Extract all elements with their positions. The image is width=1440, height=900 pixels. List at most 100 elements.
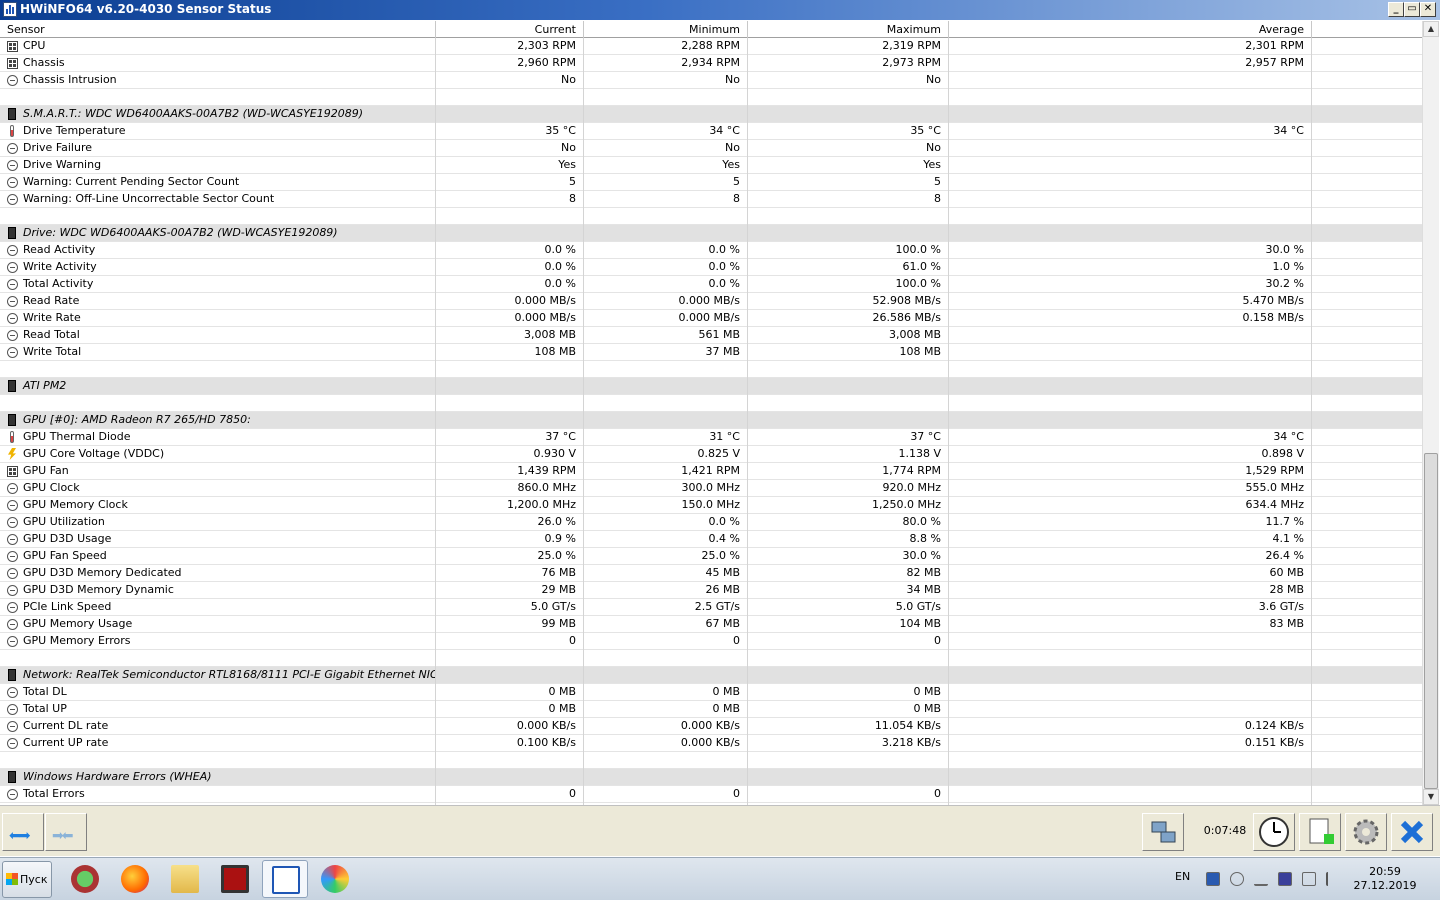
sensor-row[interactable]: Chassis Intrusion No No No [0,72,1422,89]
monitor-tray-icon[interactable] [1278,872,1292,886]
log-report-button[interactable] [1299,813,1341,851]
sensor-row[interactable]: Read Rate 0.000 MB/s 0.000 MB/s 52.908 MB/s… [0,293,1422,310]
scroll-up-icon[interactable]: ▲ [1423,21,1439,37]
close-window-button[interactable] [1391,813,1433,851]
header-current[interactable]: Current [436,21,584,38]
vertical-scrollbar[interactable]: ▲ ▼ [1422,21,1439,805]
group-row[interactable]: GPU [#0]: AMD Radeon R7 265/HD 7850: [0,412,1422,429]
sensor-row[interactable]: Drive Temperature 35 °C 34 °C 35 °C 34 °C [0,123,1422,140]
maximum-value: 30.0 % [902,549,941,562]
sensor-row[interactable]: Write Rate 0.000 MB/s 0.000 MB/s 26.586 MB/… [0,310,1422,327]
app-green[interactable] [62,860,108,898]
header-sensor[interactable]: Sensor [0,21,436,38]
sensor-row[interactable]: GPU D3D Usage 0.9 % 0.4 % 8.8 % 4.1 % [0,531,1422,548]
start-button[interactable]: Пуск [2,861,52,898]
sensor-row[interactable]: Write Total 108 MB 37 MB 108 MB [0,344,1422,361]
sensor-row[interactable]: Total DL 0 MB 0 MB 0 MB [0,684,1422,701]
maximum-value: 920.0 MHz [882,481,941,494]
sensor-row[interactable]: Warning: Current Pending Sector Count 5 5 5 [0,174,1422,191]
minimum-value: 561 MB [698,328,740,341]
average-value: 30.2 % [1265,277,1304,290]
group-row[interactable]: Windows Hardware Errors (WHEA) [0,769,1422,786]
group-row[interactable]: Drive: WDC WD6400AAKS-00A7B2 (WD-WCASYE1… [0,225,1422,242]
minimize-icon[interactable]: _ [1388,2,1404,17]
header-maximum[interactable]: Maximum [748,21,949,38]
app-hwmon[interactable] [212,860,258,898]
minimum-value: 0 [733,787,740,800]
maximum-value: 8 [934,192,941,205]
sensor-row[interactable]: Read Activity 0.0 % 0.0 % 100.0 % 30.0 % [0,242,1422,259]
maximum-value: 0 MB [913,702,941,715]
sensor-label: Total Errors [23,787,85,800]
maximum-value: 0 [934,787,941,800]
display-tray-icon[interactable] [1302,872,1316,886]
sensor-row[interactable]: GPU Utilization 26.0 % 0.0 % 80.0 % 11.7 % [0,514,1422,531]
scroll-thumb[interactable] [1424,453,1438,789]
sensor-row[interactable]: GPU Clock 860.0 MHz 300.0 MHz 920.0 MHz 555.… [0,480,1422,497]
sensor-row[interactable]: Total UP 0 MB 0 MB 0 MB [0,701,1422,718]
sensor-row[interactable]: GPU Memory Usage 99 MB 67 MB 104 MB 83 MB [0,616,1422,633]
app-paint[interactable] [312,860,358,898]
group-row[interactable]: ATI PM2 [0,378,1422,395]
sensor-row[interactable]: Total Activity 0.0 % 0.0 % 100.0 % 30.2 % [0,276,1422,293]
network-button[interactable] [1142,813,1184,851]
minimum-value: 0.825 V [697,447,740,460]
app-firefox[interactable] [112,860,158,898]
sensor-row[interactable]: Write Activity 0.0 % 0.0 % 61.0 % 1.0 % [0,259,1422,276]
average-value [949,633,1311,650]
clock-button[interactable] [1253,813,1295,851]
sensor-row[interactable]: GPU Fan 1,439 RPM 1,421 RPM 1,774 RPM 1,529 … [0,463,1422,480]
sensor-row[interactable]: Read Total 3,008 MB 561 MB 3,008 MB [0,327,1422,344]
minimum-value: No [725,73,740,86]
restore-icon[interactable]: ▭ [1404,2,1420,17]
group-row[interactable]: S.M.A.R.T.: WDC WD6400AAKS-00A7B2 (WD-WC… [0,106,1422,123]
network-tray-icon[interactable] [1254,872,1268,886]
sensor-label: Windows Hardware Errors (WHEA) [23,770,212,783]
sensor-row[interactable]: Chassis 2,960 RPM 2,934 RPM 2,973 RPM 2,957 … [0,55,1422,72]
header-average[interactable]: Average [949,21,1312,38]
scroll-down-icon[interactable]: ▼ [1423,789,1439,805]
sensor-row[interactable]: Drive Warning Yes Yes Yes [0,157,1422,174]
maximum-value: Yes [923,158,941,171]
sensor-row[interactable]: GPU Memory Errors 0 0 0 [0,633,1422,650]
sensor-row[interactable]: GPU Memory Clock 1,200.0 MHz 150.0 MHz 1,25… [0,497,1422,514]
sensor-label: Total UP [23,702,67,715]
sensor-row[interactable]: CPU 2,303 RPM 2,288 RPM 2,319 RPM 2,301 RPM [0,38,1422,55]
sensor-row[interactable]: Warning: Off-Line Uncorrectable Sector C… [0,191,1422,208]
speaker-icon[interactable] [1230,872,1244,886]
sensor-row[interactable]: GPU D3D Memory Dedicated 76 MB 45 MB 82 MB 6… [0,565,1422,582]
sensor-row[interactable]: Current DL rate 0.000 KB/s 0.000 KB/s 11.05… [0,718,1422,735]
hwinfo-tray-icon[interactable] [1206,872,1220,886]
app-explorer[interactable] [162,860,208,898]
language-indicator[interactable]: EN [1175,870,1190,883]
paint-icon [321,865,349,893]
sensor-row[interactable]: GPU D3D Memory Dynamic 29 MB 26 MB 34 MB 28 … [0,582,1422,599]
flag-icon[interactable] [1326,872,1340,886]
maximum-value: 2,319 RPM [882,39,941,52]
minimum-value: 2,288 RPM [681,39,740,52]
app-hwinfo[interactable] [262,860,308,898]
sensor-row[interactable]: Total Errors 0 0 0 [0,786,1422,803]
close-icon[interactable]: ✕ [1420,2,1436,17]
sensor-label: Warning: Off-Line Uncorrectable Sector C… [23,192,275,205]
average-value [949,174,1311,191]
header-minimum[interactable]: Minimum [584,21,748,38]
expand-arrows-button[interactable]: ⬅➡ [2,813,44,851]
sensor-label: Drive Failure [23,141,93,154]
taskbar-clock[interactable]: 20:59 27.12.2019 [1350,865,1420,893]
sensor-row[interactable]: GPU Thermal Diode 37 °C 31 °C 37 °C 34 °C [0,429,1422,446]
collapse-arrows-button[interactable]: ➡⬅ [45,813,87,851]
sensor-row[interactable]: GPU Core Voltage (VDDC) 0.930 V 0.825 V 1.1… [0,446,1422,463]
sensor-row[interactable]: PCIe Link Speed 5.0 GT/s 2.5 GT/s 5.0 GT/s 3… [0,599,1422,616]
group-row[interactable]: Network: RealTek Semiconductor RTL8168/8… [0,667,1422,684]
sensor-row[interactable]: GPU Fan Speed 25.0 % 25.0 % 30.0 % 26.4 % [0,548,1422,565]
minimum-value: 26 MB [705,583,740,596]
sensor-label: Write Activity [23,260,97,273]
window-title-bar[interactable]: HWiNFO64 v6.20-4030 Sensor Status _ ▭ ✕ [0,0,1440,20]
sensor-row[interactable]: Current UP rate 0.100 KB/s 0.000 KB/s 3.218… [0,735,1422,752]
sensor-row[interactable]: Drive Failure No No No [0,140,1422,157]
sensor-label: CPU [23,39,46,52]
settings-button[interactable] [1345,813,1387,851]
current-value: 0.0 % [544,260,576,273]
sensor-label: Warning: Current Pending Sector Count [23,175,240,188]
